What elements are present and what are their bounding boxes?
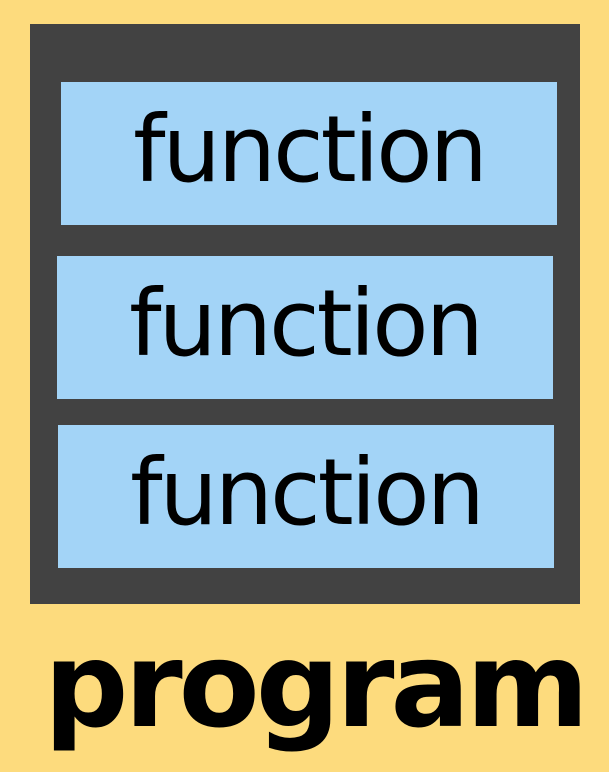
program-diagram: { "program": { "label": "program", "func… — [0, 0, 609, 772]
program-label-text: program — [44, 616, 589, 754]
function-block-2: function — [57, 256, 553, 399]
function-label-2: function — [129, 269, 484, 377]
function-label-3: function — [130, 438, 485, 546]
function-block-1: function — [61, 82, 557, 225]
program-container: function function function — [30, 24, 580, 604]
function-block-3: function — [58, 425, 554, 568]
program-label: program — [0, 615, 609, 755]
function-label-1: function — [133, 95, 488, 203]
